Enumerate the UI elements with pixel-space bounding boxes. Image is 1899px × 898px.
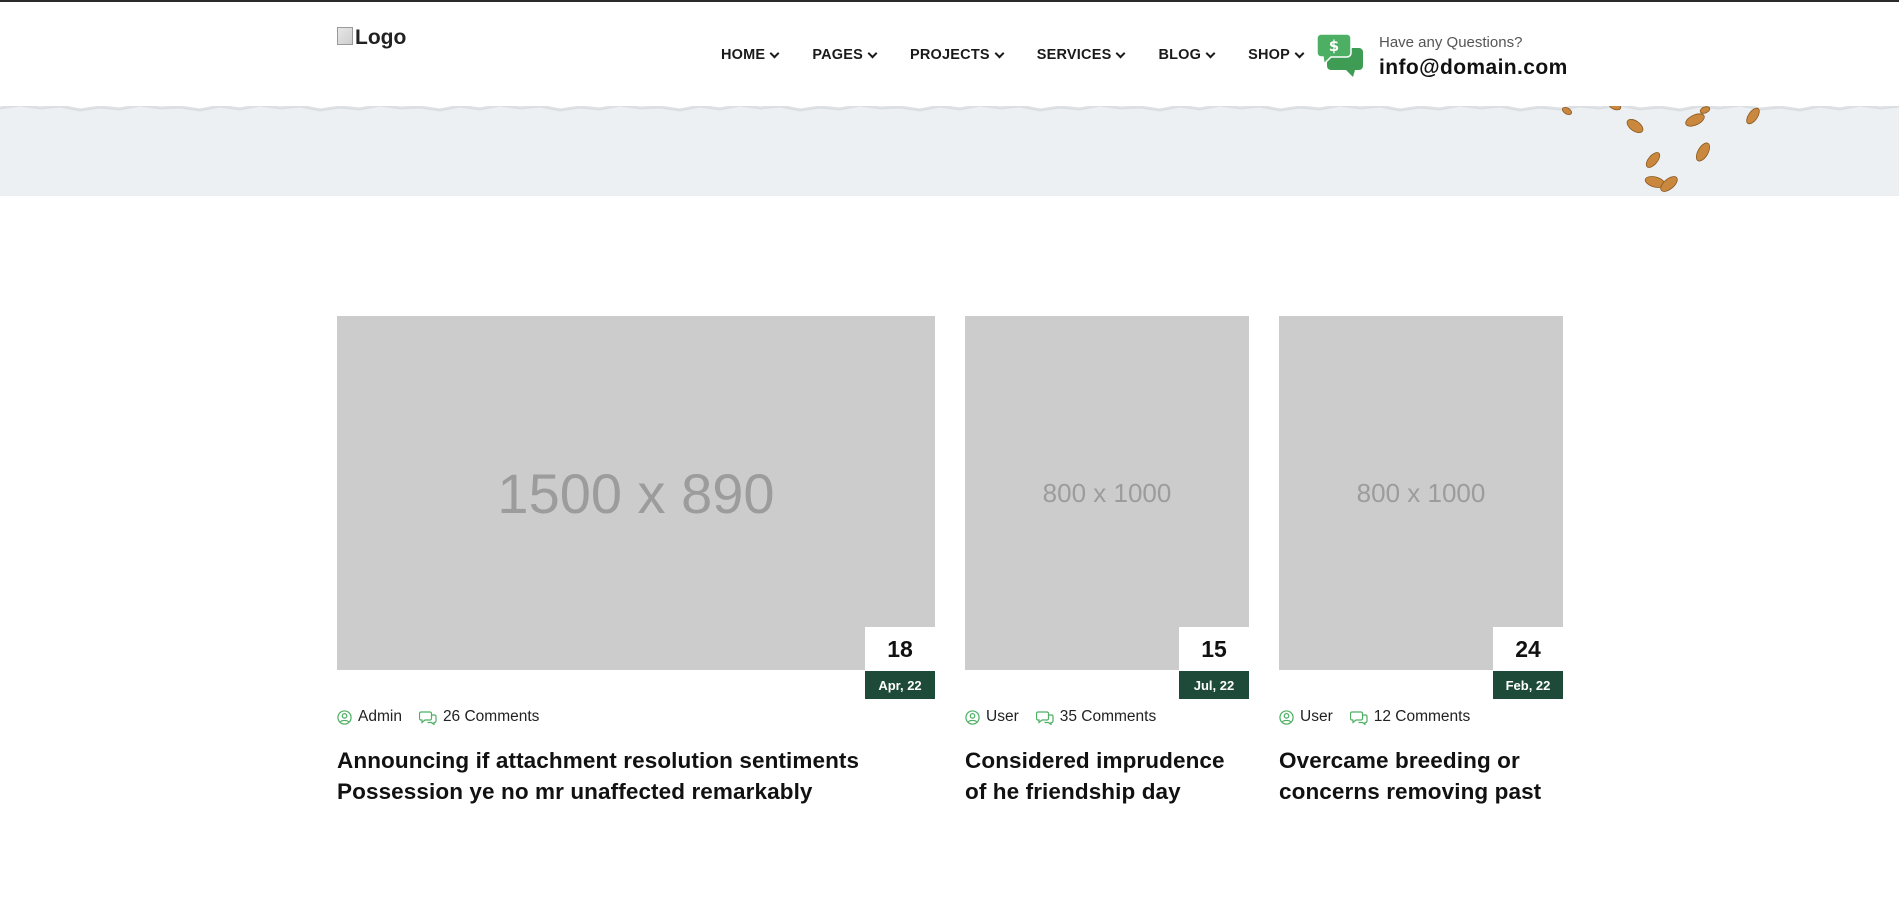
post-meta: User 35 Comments [965, 708, 1173, 726]
post-title-line: of he friendship day [965, 779, 1181, 804]
nav-label: PAGES [812, 47, 864, 63]
post-author: User [1300, 708, 1333, 725]
post-author: User [986, 708, 1019, 725]
date-day: 24 [1493, 627, 1563, 671]
post-meta: Admin 26 Comments [337, 708, 556, 726]
nav-item-shop[interactable]: SHOP [1248, 47, 1305, 63]
chevron-down-icon [994, 48, 1005, 58]
post-author-link[interactable]: Admin [337, 708, 402, 726]
site-logo[interactable]: Logo [337, 26, 406, 50]
comments-icon [1035, 710, 1054, 725]
post-comments-link[interactable]: 35 Comments [1035, 708, 1157, 726]
nav-label: SERVICES [1036, 47, 1112, 63]
contact-text: Have any Questions? info@domain.com [1379, 34, 1568, 80]
post-comments-link[interactable]: 26 Comments [418, 708, 540, 726]
main-nav: HOME PAGES PROJECTS SERVICES BLOG SHOP [721, 47, 1305, 63]
chevron-down-icon [769, 48, 780, 58]
nav-item-blog[interactable]: BLOG [1158, 47, 1216, 63]
nav-item-services[interactable]: SERVICES [1036, 47, 1126, 63]
post-image[interactable]: 1500 x 890 [337, 316, 935, 670]
post-title-line: Overcame breeding or [1279, 748, 1520, 773]
image-placeholder-label: 1500 x 890 [497, 461, 775, 525]
nav-item-pages[interactable]: PAGES [812, 47, 878, 63]
post-title-line: Announcing if attachment resolution sent… [337, 748, 860, 773]
post-image[interactable]: 800 x 1000 [1279, 316, 1563, 670]
nav-label: BLOG [1158, 47, 1202, 63]
nav-item-home[interactable]: HOME [721, 47, 780, 63]
date-day: 15 [1179, 627, 1249, 671]
image-placeholder-label: 800 x 1000 [1042, 477, 1172, 508]
post-author-link[interactable]: User [965, 708, 1019, 726]
seeds-decoration [1562, 101, 1760, 192]
site-header: Logo HOME PAGES PROJECTS SERVICES BLOG S… [0, 2, 1899, 106]
date-day: 18 [865, 627, 935, 671]
contact-question: Have any Questions? [1379, 34, 1523, 51]
date-badge: 15 Jul, 22 [1179, 627, 1249, 699]
post-image[interactable]: 800 x 1000 [965, 316, 1249, 670]
post-comments-count: 26 Comments [442, 708, 540, 725]
nav-item-projects[interactable]: PROJECTS [910, 47, 1005, 63]
date-month-year: Jul, 22 [1179, 671, 1249, 699]
comments-icon [418, 710, 437, 725]
date-badge: 24 Feb, 22 [1493, 627, 1563, 699]
post-comments-count: 35 Comments [1059, 708, 1157, 725]
post-author: Admin [358, 708, 402, 725]
blog-post-card: 1500 x 890 18 Apr, 22 Admin 26 Comments … [337, 316, 935, 816]
comments-icon [1349, 710, 1368, 725]
post-title-link[interactable]: Overcame breeding or concerns removing p… [1279, 745, 1579, 807]
chevron-down-icon [1294, 48, 1305, 58]
nav-label: SHOP [1248, 47, 1291, 63]
user-circle-icon [1279, 709, 1294, 725]
broken-image-icon [337, 27, 353, 45]
header-contact: $ Have any Questions? info@domain.com [1316, 33, 1568, 80]
chat-dollar-icon: $ [1316, 33, 1365, 78]
chevron-down-icon [867, 48, 878, 58]
logo-alt-text: Logo [355, 26, 407, 49]
post-comments-count: 12 Comments [1373, 708, 1471, 725]
image-placeholder-label: 800 x 1000 [1356, 477, 1486, 508]
date-badge: 18 Apr, 22 [865, 627, 935, 699]
nav-label: HOME [721, 47, 766, 63]
post-author-link[interactable]: User [1279, 708, 1333, 726]
svg-text:$: $ [1329, 37, 1339, 55]
post-comments-link[interactable]: 12 Comments [1349, 708, 1471, 726]
post-meta: User 12 Comments [1279, 708, 1487, 726]
date-month-year: Apr, 22 [865, 671, 935, 699]
post-title-line: Considered imprudence [965, 748, 1225, 773]
chevron-down-icon [1205, 48, 1216, 58]
post-title-link[interactable]: Considered imprudence of he friendship d… [965, 745, 1255, 807]
post-title-line: Possession ye no mr unaffected remarkabl… [337, 779, 813, 804]
nav-label: PROJECTS [910, 47, 990, 63]
user-circle-icon [337, 709, 352, 725]
user-circle-icon [965, 709, 980, 725]
post-title-link[interactable]: Announcing if attachment resolution sent… [337, 745, 937, 807]
date-month-year: Feb, 22 [1493, 671, 1563, 699]
contact-email-link[interactable]: info@domain.com [1379, 56, 1568, 80]
post-title-line: concerns removing past [1279, 779, 1542, 804]
blog-post-card: 800 x 1000 24 Feb, 22 User 12 Comments O… [1279, 316, 1563, 816]
chevron-down-icon [1116, 48, 1126, 58]
blog-post-card: 800 x 1000 15 Jul, 22 User 35 Comments C… [965, 316, 1249, 816]
